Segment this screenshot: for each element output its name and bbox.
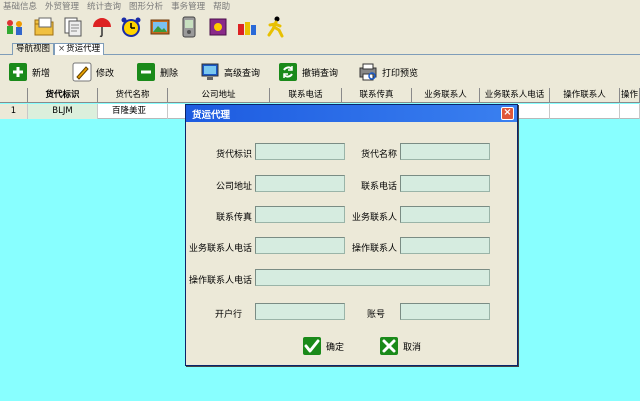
advanced-query-button[interactable]: 高级查询	[200, 61, 260, 83]
ok-button[interactable]: 确定	[302, 335, 344, 357]
biz-contact-label: 业务联系人	[351, 213, 397, 223]
alarm-clock-icon[interactable]	[118, 14, 144, 40]
folder-icon[interactable]	[31, 14, 57, 40]
col-header-agent-id[interactable]: 货代标识	[28, 88, 98, 103]
phone-input[interactable]	[400, 175, 490, 192]
menu-affairs[interactable]: 事务管理	[171, 0, 205, 12]
action-toolbar: 新增 修改 删除 高级查询 撤销查询 打印预览	[0, 56, 640, 88]
ok-label: 确定	[326, 342, 345, 353]
op-contact-phone-input[interactable]	[255, 269, 490, 286]
cancel-label: 取消	[403, 342, 422, 353]
biz-contact-phone-label: 业务联系人电话	[188, 244, 252, 254]
minus-icon	[137, 63, 155, 81]
pencil-icon	[72, 62, 92, 82]
fax-label: 联系传真	[215, 213, 252, 223]
agent-name-input[interactable]	[400, 143, 490, 160]
print-preview-button[interactable]: 打印预览	[358, 61, 418, 83]
biz-contact-phone-input[interactable]	[255, 237, 345, 254]
phone-label: 联系电话	[360, 182, 397, 192]
agent-id-input[interactable]	[255, 143, 345, 160]
col-header-fax[interactable]: 联系传真	[342, 88, 412, 103]
gift-bags-icon[interactable]	[234, 14, 260, 40]
col-header-agent-name[interactable]: 货代名称	[98, 88, 168, 103]
row-number: 1	[0, 104, 28, 119]
delete-button[interactable]: 删除	[136, 61, 178, 83]
bank-input[interactable]	[255, 303, 345, 320]
col-header-op[interactable]: 操作	[620, 88, 640, 103]
tab-freight-agent[interactable]: ×货运代理	[54, 43, 105, 55]
documents-icon[interactable]	[60, 14, 86, 40]
row-number-header	[0, 88, 28, 103]
address-label: 公司地址	[215, 182, 252, 192]
menu-charts[interactable]: 图形分析	[129, 0, 163, 12]
account-input[interactable]	[400, 303, 490, 320]
print-preview-label: 打印预览	[382, 68, 419, 79]
umbrella-icon[interactable]	[89, 14, 115, 40]
cell-op-contact[interactable]	[550, 104, 620, 119]
col-header-phone[interactable]: 联系电话	[270, 88, 342, 103]
biz-contact-input[interactable]	[400, 206, 490, 223]
tab-close-icon[interactable]: ×	[58, 44, 65, 54]
menu-basic-info[interactable]: 基础信息	[3, 0, 37, 12]
cell-agent-id[interactable]: BLJM	[28, 104, 98, 119]
bank-label: 开户行	[214, 310, 242, 320]
add-label: 新增	[32, 68, 51, 79]
op-contact-label: 操作联系人	[351, 244, 397, 254]
icon-toolbar	[0, 12, 640, 42]
plus-icon	[9, 63, 27, 81]
tab-label: 货运代理	[66, 44, 101, 54]
edit-button[interactable]: 修改	[72, 61, 114, 83]
cell-agent-name[interactable]: 百隆美亚	[98, 104, 168, 119]
col-header-biz-contact[interactable]: 业务联系人	[412, 88, 480, 103]
col-header-address[interactable]: 公司地址	[168, 88, 270, 103]
tab-navigation-view[interactable]: 导航视图	[12, 43, 55, 55]
people-icon[interactable]	[2, 14, 28, 40]
dialog-title: 货运代理	[192, 110, 231, 121]
op-contact-phone-label: 操作联系人电话	[188, 276, 252, 286]
col-header-biz-contact-phone[interactable]: 业务联系人电话	[480, 88, 550, 103]
cancel-query-label: 撤销查询	[302, 68, 339, 79]
close-icon[interactable]: ×	[501, 107, 514, 120]
agent-name-label: 货代名称	[360, 150, 397, 160]
address-input[interactable]	[255, 175, 345, 192]
monitor-icon	[201, 63, 219, 80]
book-icon[interactable]	[205, 14, 231, 40]
tab-label: 导航视图	[16, 44, 51, 54]
cell-op[interactable]	[620, 104, 640, 119]
checkmark-icon	[303, 337, 321, 355]
account-label: 账号	[366, 310, 385, 320]
advanced-query-label: 高级查询	[224, 68, 261, 79]
picture-icon[interactable]	[147, 14, 173, 40]
dialog-title-bar[interactable]: 货运代理 ×	[186, 105, 517, 122]
menu-bar: 基础信息 外贸管理 统计查询 图形分析 事务管理 帮助	[0, 0, 640, 12]
fax-input[interactable]	[255, 206, 345, 223]
freight-agent-dialog: 货运代理 × 货代标识 货代名称 公司地址 联系电话 联系传真 业务联系人 业务…	[185, 104, 518, 366]
add-button[interactable]: 新增	[8, 61, 50, 83]
op-contact-input[interactable]	[400, 237, 490, 254]
x-icon	[380, 337, 398, 355]
pda-icon[interactable]	[176, 14, 202, 40]
running-man-icon[interactable]	[263, 14, 289, 40]
edit-label: 修改	[96, 68, 115, 79]
cancel-query-button[interactable]: 撤销查询	[278, 61, 338, 83]
refresh-icon	[279, 63, 297, 81]
print-preview-icon	[359, 63, 377, 81]
col-header-op-contact[interactable]: 操作联系人	[550, 88, 620, 103]
cancel-button[interactable]: 取消	[379, 335, 421, 357]
tab-strip: 导航视图 ×货运代理	[0, 42, 640, 55]
grid-header: 货代标识 货代名称 公司地址 联系电话 联系传真 业务联系人 业务联系人电话 操…	[0, 88, 640, 103]
menu-stats[interactable]: 统计查询	[87, 0, 121, 12]
menu-trade[interactable]: 外贸管理	[45, 0, 79, 12]
delete-label: 删除	[160, 68, 179, 79]
agent-id-label: 货代标识	[215, 150, 252, 160]
menu-help[interactable]: 帮助	[213, 0, 230, 12]
